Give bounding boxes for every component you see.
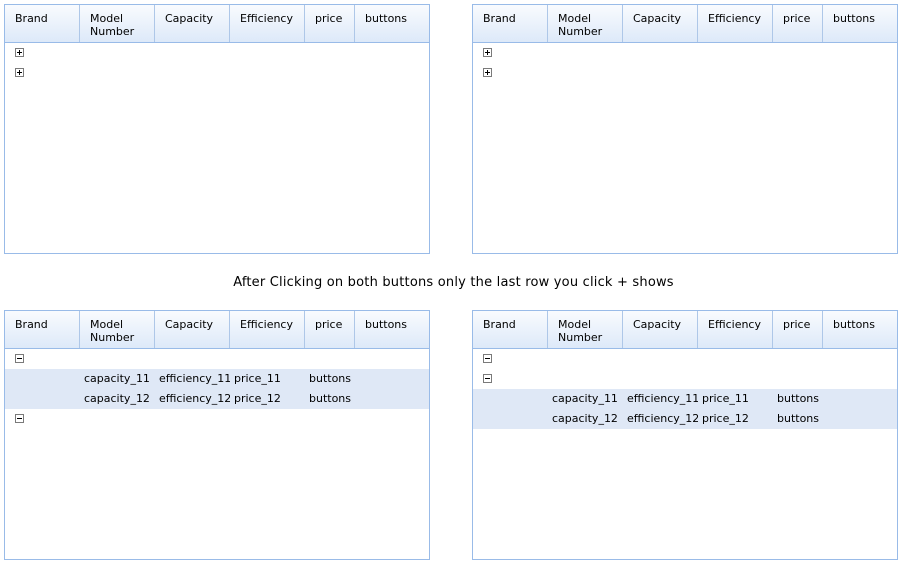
grid-header: Brand Model Number Capacity Efficiency p… [473, 5, 897, 43]
group-row [473, 43, 897, 63]
column-header-efficiency[interactable]: Efficiency [698, 311, 773, 348]
plus-box-icon[interactable] [15, 68, 24, 77]
group-row [473, 63, 897, 83]
cell-price: price_11 [702, 392, 749, 405]
column-header-brand[interactable]: Brand [5, 5, 80, 42]
group-row [5, 63, 429, 83]
minus-box-icon[interactable] [483, 374, 492, 383]
column-header-capacity[interactable]: Capacity [155, 311, 230, 348]
column-header-price[interactable]: price [305, 5, 355, 42]
cell-capacity: capacity_12 [84, 392, 150, 405]
grid-top-right: Brand Model Number Capacity Efficiency p… [472, 4, 898, 254]
group-row [5, 349, 429, 369]
cell-buttons: buttons h [309, 372, 355, 385]
grid-top-left: Brand Model Number Capacity Efficiency p… [4, 4, 430, 254]
column-header-brand[interactable]: Brand [5, 311, 80, 348]
column-header-model-number[interactable]: Model Number [548, 5, 623, 42]
column-header-price[interactable]: price [305, 311, 355, 348]
table-row[interactable]: capacity_11 efficiency_11 price_11 butto… [5, 369, 429, 389]
column-header-buttons[interactable]: buttons [355, 5, 429, 42]
cell-efficiency: efficiency_11 [627, 392, 698, 405]
table-row[interactable]: capacity_12 efficiency_12 price_12 butto… [5, 389, 429, 409]
column-header-capacity[interactable]: Capacity [155, 5, 230, 42]
cell-capacity: capacity_11 [84, 372, 150, 385]
column-header-price[interactable]: price [773, 311, 823, 348]
minus-box-icon[interactable] [15, 414, 24, 423]
group-row [5, 409, 429, 429]
column-header-efficiency[interactable]: Efficiency [698, 5, 773, 42]
column-header-capacity[interactable]: Capacity [623, 5, 698, 42]
minus-box-icon[interactable] [15, 354, 24, 363]
group-row [473, 369, 897, 389]
column-header-efficiency[interactable]: Efficiency [230, 311, 305, 348]
column-header-buttons[interactable]: buttons [355, 311, 429, 348]
column-header-brand[interactable]: Brand [473, 311, 548, 348]
column-header-model-number[interactable]: Model Number [548, 311, 623, 348]
cell-buttons: buttons h [309, 392, 355, 405]
cell-efficiency: efficiency_11 [159, 372, 230, 385]
plus-box-icon[interactable] [15, 48, 24, 57]
table-row[interactable]: capacity_12 efficiency_12 price_12 butto… [473, 409, 897, 429]
column-header-efficiency[interactable]: Efficiency [230, 5, 305, 42]
cell-buttons: buttons h [777, 412, 823, 425]
cell-price: price_11 [234, 372, 281, 385]
cell-capacity: capacity_12 [552, 412, 618, 425]
column-header-model-number[interactable]: Model Number [80, 5, 155, 42]
column-header-brand[interactable]: Brand [473, 5, 548, 42]
plus-box-icon[interactable] [483, 68, 492, 77]
cell-capacity: capacity_11 [552, 392, 618, 405]
cell-efficiency: efficiency_12 [627, 412, 698, 425]
grid-header: Brand Model Number Capacity Efficiency p… [5, 311, 429, 349]
grid-bottom-left: Brand Model Number Capacity Efficiency p… [4, 310, 430, 560]
table-row[interactable]: capacity_11 efficiency_11 price_11 butto… [473, 389, 897, 409]
plus-box-icon[interactable] [483, 48, 492, 57]
cell-buttons: buttons h [777, 392, 823, 405]
minus-box-icon[interactable] [483, 354, 492, 363]
column-header-buttons[interactable]: buttons [823, 5, 897, 42]
cell-price: price_12 [702, 412, 749, 425]
cell-efficiency: efficiency_12 [159, 392, 230, 405]
column-header-capacity[interactable]: Capacity [623, 311, 698, 348]
grid-header: Brand Model Number Capacity Efficiency p… [5, 5, 429, 43]
cell-price: price_12 [234, 392, 281, 405]
grid-header: Brand Model Number Capacity Efficiency p… [473, 311, 897, 349]
group-row [5, 43, 429, 63]
column-header-model-number[interactable]: Model Number [80, 311, 155, 348]
caption-text: After Clicking on both buttons only the … [233, 275, 674, 290]
group-row [473, 349, 897, 369]
column-header-price[interactable]: price [773, 5, 823, 42]
grid-bottom-right: Brand Model Number Capacity Efficiency p… [472, 310, 898, 560]
column-header-buttons[interactable]: buttons [823, 311, 897, 348]
